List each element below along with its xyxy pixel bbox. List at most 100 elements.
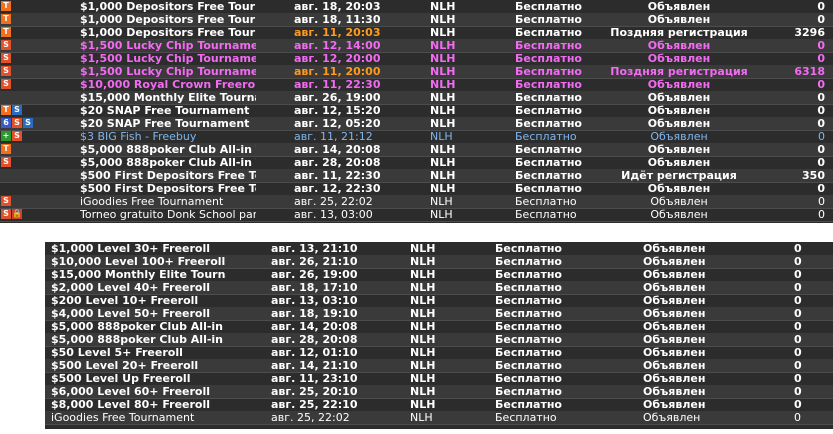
cell-status: Объявлен xyxy=(643,398,706,411)
tournament-row[interactable]: $1,000 Level 30+ Freeroll авг. 13, 21:10 N… xyxy=(45,242,833,256)
cell-game: NLH xyxy=(410,255,436,268)
tournament-row[interactable]: $6,000 Level 60+ Freeroll авг. 25, 20:10 N… xyxy=(45,385,833,399)
lock-icon: 🔒 xyxy=(12,209,22,219)
cell-price: Бесплатно xyxy=(495,346,562,359)
tournament-row[interactable]: $5,000 888poker Club All-in To... авг. 14… xyxy=(45,320,833,334)
cell-status: Объявлен xyxy=(647,182,711,195)
cell-count: 0 xyxy=(817,0,825,13)
cell-status: Объявлен xyxy=(647,13,711,26)
tournament-row[interactable]: $5,000 888poker Club All-in To... авг. 28… xyxy=(45,333,833,347)
cell-date: авг. 14, 20:08 xyxy=(271,320,358,333)
cell-date: авг. 14, 21:10 xyxy=(271,359,358,372)
st-icon: S xyxy=(1,66,11,76)
tournament-list-top: T $1,000 Depositors Free Tourn... авг. 18,… xyxy=(0,0,833,223)
tournament-row[interactable]: S $1,500 Lucky Chip Tournament авг. 11, 20… xyxy=(0,65,833,79)
cell-count: 0 xyxy=(818,208,825,221)
cell-count: 0 xyxy=(817,39,825,52)
tournament-row[interactable]: S $1,500 Lucky Chip Tournament авг. 12, 14… xyxy=(0,39,833,53)
cell-count: 0 xyxy=(817,117,825,130)
tournament-row[interactable]: T $1,000 Depositors Free Tourn... авг. 18,… xyxy=(0,0,833,14)
cell-game: NLH xyxy=(430,117,456,130)
tournament-row[interactable]: T $5,000 888poker Club All-in T... авг. 14… xyxy=(0,143,833,157)
cell-status: Объявлен xyxy=(643,320,706,333)
cell-game: NLH xyxy=(410,359,436,372)
cell-game: NLH xyxy=(410,320,436,333)
tournament-row[interactable]: $2,000 Level 40+ Freeroll авг. 18, 17:10 N… xyxy=(45,281,833,295)
cell-price: Бесплатно xyxy=(515,104,582,117)
tournament-row[interactable]: $15,000 Monthly Elite Tourna... авг. 26, … xyxy=(0,91,833,105)
cell-name: $3 BIG Fish - Freebuy xyxy=(80,130,197,143)
st-icon: S xyxy=(1,196,11,206)
tournament-row[interactable]: T $1,000 Depositors Free Tourn... авг. 11,… xyxy=(0,26,833,40)
cell-price: Бесплатно xyxy=(495,307,562,320)
tournament-row[interactable]: T S $20 SNAP Free Tournament авг. 12, 15:20… xyxy=(0,104,833,118)
cell-count: 0 xyxy=(794,242,802,255)
cell-name: $10,000 Level 100+ Freeroll xyxy=(51,255,226,268)
tournament-row[interactable]: $500 Level 20+ Freeroll авг. 14, 21:10 NLH… xyxy=(45,359,833,373)
tournament-row[interactable]: S $5,000 888poker Club All-in T... авг. 28… xyxy=(0,156,833,170)
cell-date: авг. 28, 20:08 xyxy=(294,156,381,169)
cell-count: 0 xyxy=(794,255,802,268)
cell-price: Бесплатно xyxy=(495,268,562,281)
cell-date: авг. 11, 20:00 xyxy=(294,65,381,78)
cell-count: 0 xyxy=(817,143,825,156)
cell-game: NLH xyxy=(430,143,456,156)
cell-status: Объявлен xyxy=(643,307,706,320)
cell-game: NLH xyxy=(410,346,436,359)
cell-status: Объявлен xyxy=(643,333,706,346)
tournament-row[interactable]: SiGoodies Free Tournament авг. 25, 22:02 N… xyxy=(0,195,833,209)
tournament-row[interactable]: $15,000 Monthly Elite Tourna... авг. 26, … xyxy=(45,268,833,282)
plus-icon: + xyxy=(1,131,11,141)
cell-price: Бесплатно xyxy=(515,117,582,130)
tournament-row[interactable]: $10,000 Level 100+ Freeroll авг. 26, 21:1… xyxy=(45,255,833,269)
cell-date: авг. 11, 22:30 xyxy=(294,169,381,182)
tournament-row[interactable]: $4,000 Level 50+ Freeroll авг. 18, 19:10 N… xyxy=(45,307,833,321)
cell-status: Объявлен xyxy=(643,359,706,372)
cell-name: $8,000 Level 80+ Freeroll xyxy=(51,398,211,411)
tournament-row[interactable]: $500 Level Up Freeroll авг. 11, 23:10 NLH Б… xyxy=(45,372,833,386)
cell-price: Бесплатно xyxy=(515,0,582,13)
tournament-row[interactable]: iGoodies Free Tournament авг. 25, 22:02 NL… xyxy=(45,411,833,425)
tournament-row[interactable]: T $1,000 Depositors Free Tourn... авг. 18,… xyxy=(0,13,833,27)
cell-date: авг. 11, 20:03 xyxy=(294,26,381,39)
tournament-row[interactable]: S🔒 Torneo gratuito Donk School para a... а… xyxy=(0,208,833,222)
tournament-row[interactable]: + S $3 BIG Fish - Freebuy авг. 11, 21:12 NLH… xyxy=(0,130,833,144)
cell-name: $20 SNAP Free Tournament xyxy=(80,117,250,130)
cell-price: Бесплатно xyxy=(515,143,582,156)
cell-price: Бесплатно xyxy=(495,320,562,333)
cell-status: Объявлен xyxy=(647,104,711,117)
cell-price: Бесплатно xyxy=(515,130,577,143)
cell-game: NLH xyxy=(430,13,456,26)
tournament-row[interactable]: $500 First Depositors Free To... авг. 11,… xyxy=(0,169,833,183)
cell-name: $5,000 888poker Club All-in T... xyxy=(80,156,256,169)
cell-date: авг. 11, 22:30 xyxy=(294,78,381,91)
cell-price: Бесплатно xyxy=(515,78,582,91)
cell-name: $20 SNAP Free Tournament xyxy=(80,104,250,117)
tournament-row[interactable]: $50 Level 5+ Freeroll авг. 12, 01:10 NLH Бе… xyxy=(45,346,833,360)
tournament-row[interactable]: $500 First Depositors Free To... авг. 12,… xyxy=(0,182,833,196)
cell-name: $5,000 888poker Club All-in To... xyxy=(51,333,226,346)
tournament-row[interactable]: 6 S S $20 SNAP Free Tournament авг. 12, 05:2… xyxy=(0,117,833,131)
t-icon: T xyxy=(1,144,11,154)
cell-count: 0 xyxy=(817,78,825,91)
cell-status: Объявлен xyxy=(643,346,706,359)
cell-date: авг. 18, 17:10 xyxy=(271,281,358,294)
st-icon: S xyxy=(1,157,11,167)
tournament-row[interactable]: $8,000 Level 80+ Freeroll авг. 25, 22:10 N… xyxy=(45,398,833,412)
t-icon: T xyxy=(1,14,11,24)
cell-count: 0 xyxy=(818,195,825,208)
cell-date: авг. 12, 14:00 xyxy=(294,39,381,52)
cell-status: Объявлен xyxy=(643,294,706,307)
tournament-row[interactable]: $200 Level 10+ Freeroll авг. 13, 03:10 NLH… xyxy=(45,294,833,308)
cell-name: $5,000 888poker Club All-in To... xyxy=(51,320,226,333)
cell-status: Объявлен xyxy=(643,242,706,255)
cell-count: 0 xyxy=(817,182,825,195)
tournament-row[interactable]: S $1,500 Lucky Chip Tournament авг. 12, 20… xyxy=(0,52,833,66)
cell-count: 0 xyxy=(818,130,825,143)
cell-date: авг. 12, 22:30 xyxy=(294,182,381,195)
st-icon: S xyxy=(12,118,22,128)
tournament-row[interactable]: S $10,000 Royal Crown Freeroll авг. 11, 22… xyxy=(0,78,833,92)
cell-date: авг. 13, 21:10 xyxy=(271,242,358,255)
cell-count: 6318 xyxy=(794,65,825,78)
cell-name: $500 Level 20+ Freeroll xyxy=(51,359,199,372)
